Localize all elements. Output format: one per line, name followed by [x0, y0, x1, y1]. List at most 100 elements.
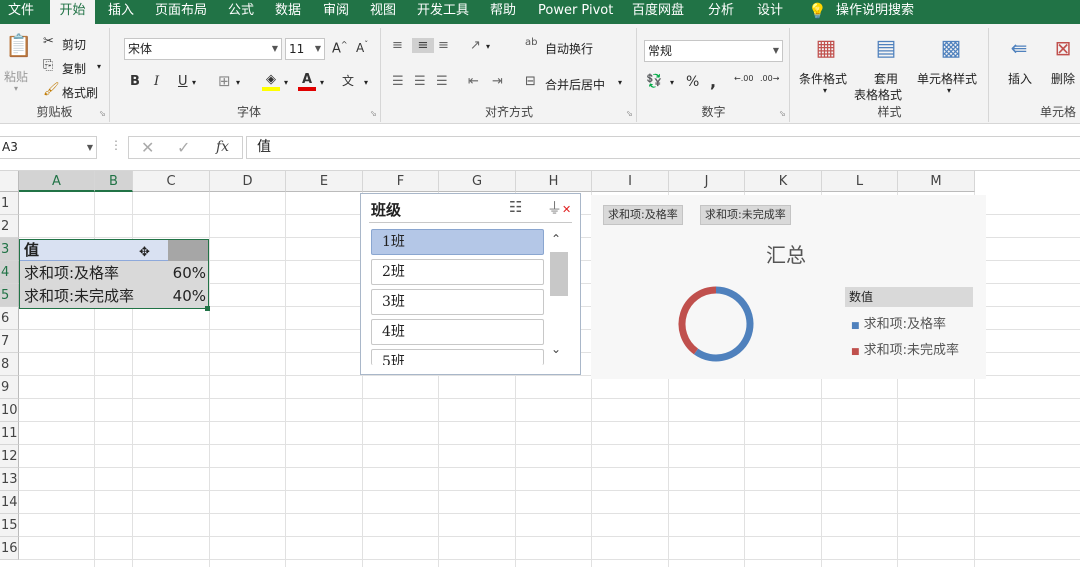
insert-cells-icon[interactable]: ⇚ [1004, 36, 1034, 66]
format-as-table-line1[interactable]: 套用 [874, 70, 898, 87]
increase-indent-icon[interactable]: ⇥ [492, 74, 503, 89]
merge-center-button[interactable]: 合并后居中 [545, 76, 605, 93]
row-header-3[interactable]: 3 [0, 238, 19, 261]
insert-function-button[interactable]: fx [216, 139, 229, 155]
phonetic-guide-icon[interactable]: 文 [342, 72, 354, 89]
conditional-formatting-icon[interactable]: ▦ [811, 36, 841, 66]
row-header-1[interactable]: 1 [0, 192, 19, 215]
percent-style-button[interactable]: % [686, 74, 699, 90]
scroll-up-icon[interactable]: ⌃ [551, 232, 561, 246]
align-top-icon[interactable]: ≡ [392, 38, 403, 53]
scroll-down-icon[interactable]: ⌄ [551, 342, 561, 356]
field-button-unfinished-rate[interactable]: 求和项:未完成率 [700, 205, 791, 225]
tab-review[interactable]: 审阅 [323, 0, 349, 24]
column-header-c[interactable]: C [133, 171, 210, 192]
cell-b4[interactable]: 60% [168, 263, 206, 284]
slicer-item-2[interactable]: 2班 [371, 259, 544, 285]
wrap-text-icon[interactable]: ab [525, 38, 537, 48]
comma-style-button[interactable]: , [710, 72, 716, 91]
tab-insert[interactable]: 插入 [108, 0, 134, 24]
font-color-icon[interactable]: A [298, 72, 316, 91]
orientation-dropdown-icon[interactable]: ▾ [486, 42, 490, 51]
align-bottom-icon[interactable]: ≡ [438, 38, 449, 53]
column-header-a[interactable]: A [19, 171, 95, 192]
row-header-7[interactable]: 7 [0, 330, 19, 353]
number-format-dropdown[interactable]: 常规 ▼ [644, 40, 783, 62]
merge-center-icon[interactable]: ⊟ [525, 74, 536, 89]
number-launcher-icon[interactable]: ⬂ [779, 109, 786, 118]
format-painter-button[interactable]: 格式刷 [62, 84, 98, 101]
tab-developer[interactable]: 开发工具 [417, 0, 469, 24]
clipboard-launcher-icon[interactable]: ⬂ [99, 109, 106, 118]
cell-a5[interactable]: 求和项:未完成率 [24, 286, 134, 307]
enter-icon[interactable]: ✓ [177, 138, 190, 157]
scissors-icon[interactable]: ✂ [43, 34, 54, 49]
format-as-table-line2[interactable]: 表格格式 [854, 86, 902, 103]
format-painter-icon[interactable]: 🖌 [43, 82, 60, 97]
paste-icon[interactable]: 📋 [5, 34, 32, 62]
row-header-14[interactable]: 14 [0, 491, 19, 514]
cell-styles-icon[interactable]: ▩ [936, 36, 966, 66]
cell-a4[interactable]: 求和项:及格率 [24, 263, 119, 284]
column-header-h[interactable]: H [516, 171, 592, 192]
merge-dropdown-icon[interactable]: ▾ [618, 78, 622, 87]
row-header-16[interactable]: 16 [0, 537, 19, 560]
slicer-item-3[interactable]: 3班 [371, 289, 544, 315]
name-box[interactable]: A3 ▼ [0, 136, 97, 159]
column-header-f[interactable]: F [363, 171, 439, 192]
grow-font-icon[interactable]: A^ [332, 40, 348, 56]
phonetic-dropdown-icon[interactable]: ▾ [364, 78, 368, 87]
tab-formulas[interactable]: 公式 [228, 0, 254, 24]
row-header-5[interactable]: 5 [0, 284, 19, 307]
copy-button[interactable]: 复制 [62, 60, 86, 77]
align-center-icon[interactable]: ☰ [414, 74, 426, 89]
pivot-chart[interactable]: 求和项:及格率 求和项:未完成率 汇总 数值 ■ 求和项:及格率 ■ 求和项:未… [591, 195, 986, 379]
tab-analyze[interactable]: 分析 [708, 0, 734, 24]
row-header-11[interactable]: 11 [0, 422, 19, 445]
increase-decimal-icon[interactable]: ←.00 [734, 74, 753, 83]
row-header-2[interactable]: 2 [0, 215, 19, 238]
row-header-13[interactable]: 13 [0, 468, 19, 491]
tab-home[interactable]: 开始 [50, 0, 95, 24]
slicer-item-4[interactable]: 4班 [371, 319, 544, 345]
fill-color-icon[interactable]: ◈ [262, 72, 280, 91]
cell-styles-button[interactable]: 单元格样式 [917, 70, 977, 87]
tab-power-pivot[interactable]: Power Pivot [538, 0, 613, 24]
italic-button[interactable]: I [154, 74, 159, 89]
field-button-pass-rate[interactable]: 求和项:及格率 [603, 205, 683, 225]
column-header-e[interactable]: E [286, 171, 363, 192]
orientation-icon[interactable]: ↗ [470, 38, 481, 53]
formula-input[interactable]: 值 [246, 136, 1080, 159]
tab-data[interactable]: 数据 [275, 0, 301, 24]
conditional-dropdown-icon[interactable]: ▾ [823, 86, 827, 95]
decrease-indent-icon[interactable]: ⇤ [468, 74, 479, 89]
conditional-formatting-button[interactable]: 条件格式 [799, 70, 847, 87]
tab-design[interactable]: 设计 [757, 0, 783, 24]
copy-dropdown-icon[interactable]: ▾ [97, 62, 101, 71]
multi-select-icon[interactable]: ☷ [509, 198, 522, 216]
currency-dropdown-icon[interactable]: ▾ [670, 78, 674, 87]
fill-color-dropdown-icon[interactable]: ▾ [284, 78, 288, 87]
font-size-dropdown[interactable]: 11 ▼ [285, 38, 325, 60]
delete-cells-icon[interactable]: ⊠ [1048, 36, 1078, 66]
tab-view[interactable]: 视图 [370, 0, 396, 24]
slicer-item-1[interactable]: 1班 [371, 229, 544, 255]
row-header-12[interactable]: 12 [0, 445, 19, 468]
cut-button[interactable]: 剪切 [62, 36, 86, 53]
tab-page-layout[interactable]: 页面布局 [155, 0, 207, 24]
copy-icon[interactable]: ⎘ [43, 58, 53, 73]
tab-help[interactable]: 帮助 [490, 0, 516, 24]
align-middle-icon[interactable]: ≡ [412, 38, 434, 53]
tell-me-search[interactable]: 操作说明搜索 [836, 0, 914, 24]
borders-dropdown-icon[interactable]: ▾ [236, 78, 240, 87]
font-color-dropdown-icon[interactable]: ▾ [320, 78, 324, 87]
align-left-icon[interactable]: ☰ [392, 74, 404, 89]
column-header-g[interactable]: G [439, 171, 516, 192]
insert-cells-button[interactable]: 插入 [1008, 70, 1032, 87]
row-header-4[interactable]: 4 [0, 261, 19, 284]
column-header-i[interactable]: I [592, 171, 669, 192]
font-launcher-icon[interactable]: ⬂ [370, 109, 377, 118]
slicer-class[interactable]: 班级 ☷ ⏚✕ 1班 2班 3班 4班 5班 ⌃ ⌄ [360, 193, 581, 375]
column-header-k[interactable]: K [745, 171, 822, 192]
underline-dropdown-icon[interactable]: ▾ [192, 78, 196, 87]
